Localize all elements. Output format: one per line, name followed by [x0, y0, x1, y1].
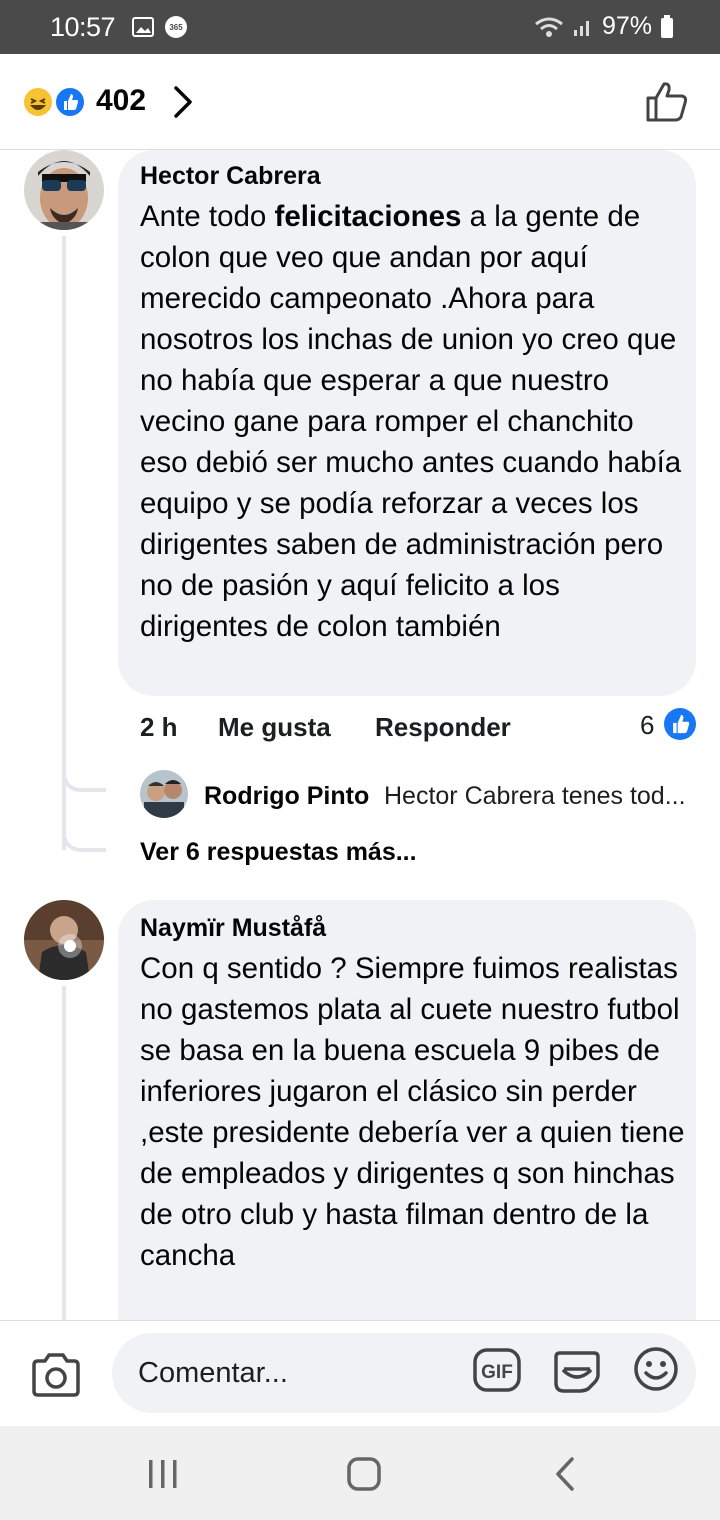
app-notification-icon: 365 [165, 16, 187, 38]
comment-author[interactable]: Hector Cabrera [140, 162, 321, 191]
comment-like-count[interactable]: 6 [640, 710, 654, 741]
like-button[interactable]: Me gusta [218, 712, 331, 743]
comment-composer: GIF [0, 1320, 720, 1426]
reply-author[interactable]: Rodrigo Pinto [204, 782, 369, 811]
svg-text:365: 365 [169, 23, 183, 32]
comment-author[interactable]: Naymïr Muståfå [140, 914, 326, 943]
comments-sheet: 402 Hector Cabrera Ante todo felicitacio… [0, 54, 720, 1426]
wifi-icon [535, 17, 563, 37]
like-reaction-icon[interactable] [54, 86, 86, 118]
reply-button[interactable]: Responder [375, 712, 511, 743]
status-time: 10:57 [50, 12, 116, 42]
signal-icon [573, 20, 589, 36]
gif-icon[interactable]: GIF [472, 1345, 522, 1395]
reactions-header: 402 [0, 54, 720, 150]
status-bar: 10:57 365 97% [0, 0, 720, 54]
comment-text: Con q sentido ? Siempre fuimos realistas… [140, 952, 685, 1272]
recent-apps-icon[interactable] [143, 1454, 183, 1494]
haha-reaction-icon[interactable] [22, 86, 54, 118]
home-icon[interactable] [344, 1454, 384, 1494]
avatar-hector-cabrera[interactable] [24, 150, 104, 230]
reply-text-preview[interactable]: Hector Cabrera tenes tod... [384, 782, 686, 811]
reply-connector [62, 710, 106, 792]
battery-percent: 97% [601, 12, 652, 40]
view-more-replies[interactable]: Ver 6 respuestas más... [140, 838, 417, 867]
comment-list: Hector Cabrera Ante todo felicitaciones … [0, 150, 720, 1320]
thread-line [62, 986, 66, 1320]
emoji-icon[interactable] [632, 1345, 680, 1393]
reaction-count[interactable]: 402 [96, 84, 146, 118]
avatar-rodrigo-pinto[interactable] [140, 770, 188, 818]
chevron-right-icon[interactable] [172, 84, 194, 120]
system-nav-bar [0, 1426, 720, 1520]
like-button-icon[interactable] [644, 80, 690, 124]
battery-icon [661, 14, 673, 38]
comment-input[interactable] [112, 1333, 696, 1413]
svg-text:GIF: GIF [481, 1362, 513, 1383]
comment-timestamp: 2 h [140, 712, 178, 742]
gallery-icon [132, 17, 154, 37]
back-icon[interactable] [546, 1454, 586, 1494]
reply-connector [62, 790, 106, 852]
comment-bubble[interactable]: Hector Cabrera Ante todo felicitaciones … [118, 150, 696, 696]
comment-bubble[interactable]: Naymïr Muståfå Con q sentido ? Siempre f… [118, 900, 696, 1320]
sticker-icon[interactable] [552, 1345, 602, 1395]
comment-text: Ante todo felicitaciones a la gente de c… [140, 200, 682, 643]
avatar-naymir-mustafa[interactable] [24, 900, 104, 980]
status-right: 97% [534, 12, 674, 41]
camera-icon[interactable] [30, 1351, 82, 1399]
like-badge-icon [664, 708, 696, 740]
